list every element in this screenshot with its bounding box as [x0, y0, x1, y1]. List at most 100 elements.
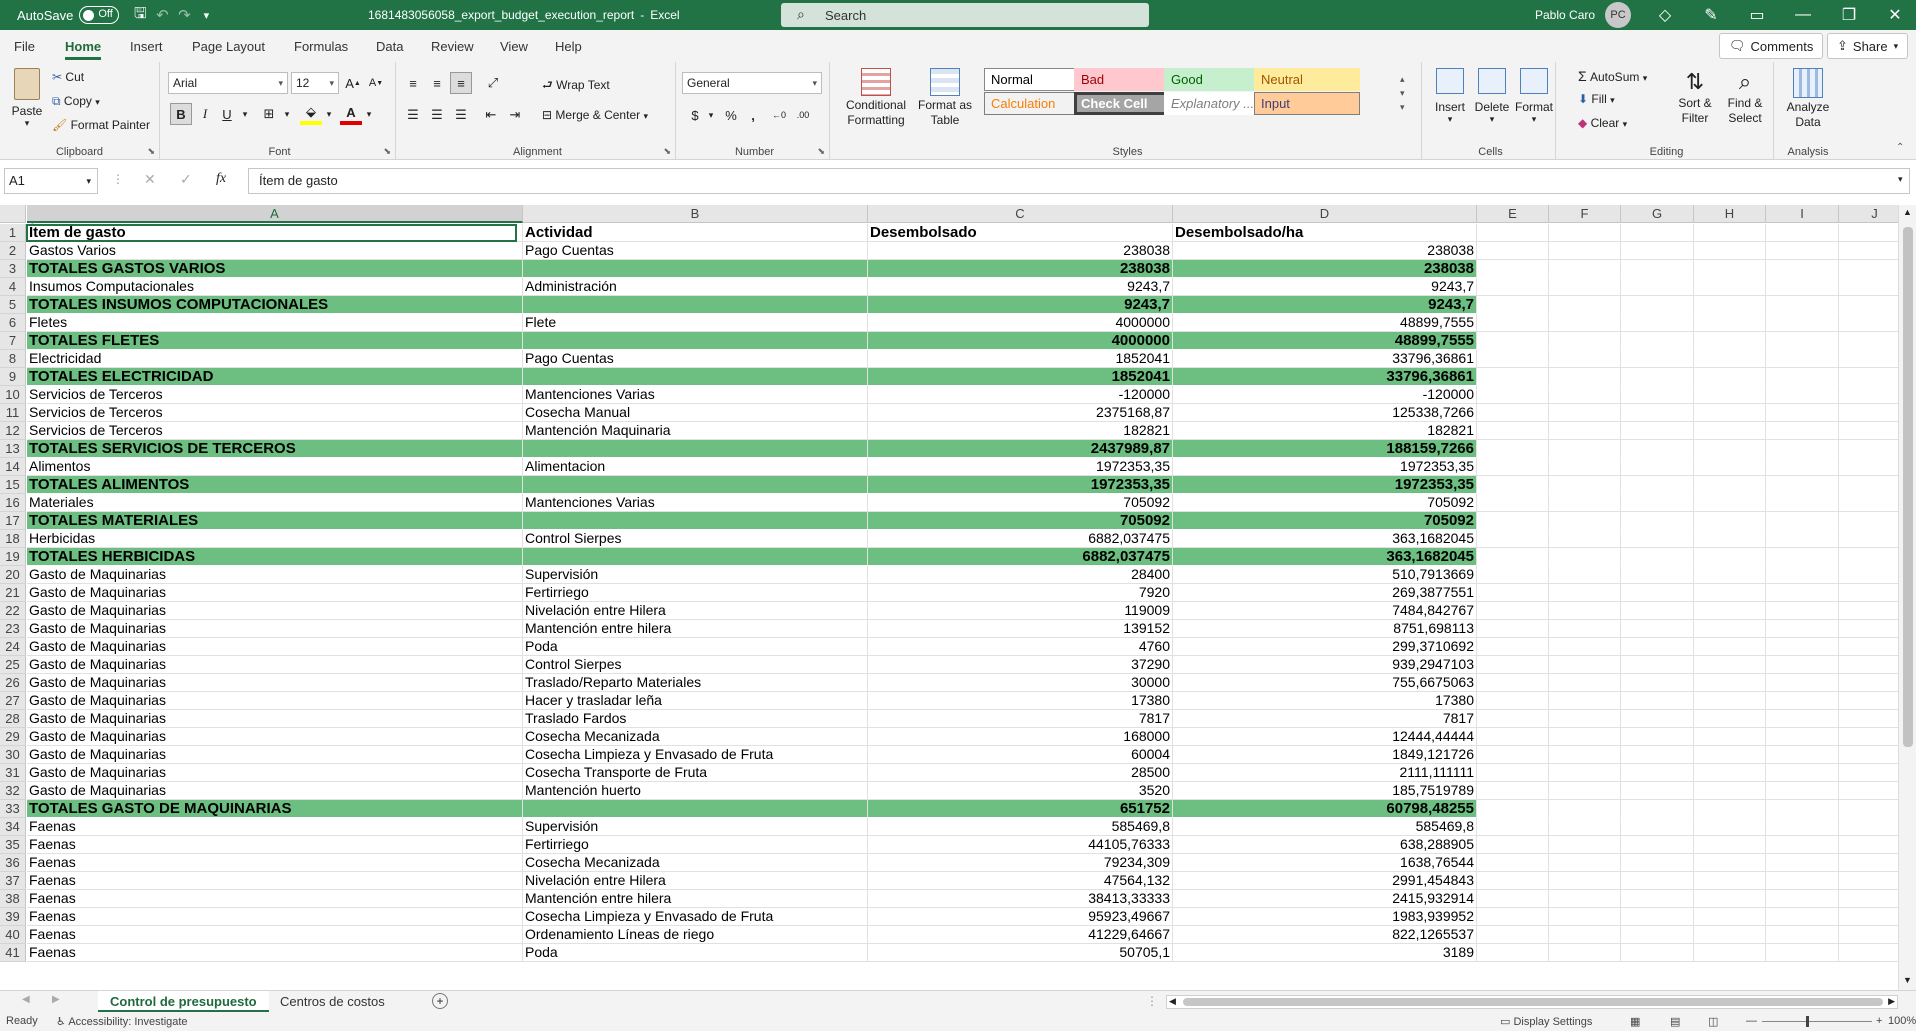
cell-c[interactable]: 38413,33333: [868, 890, 1173, 908]
decrease-indent-icon[interactable]: ⇤: [480, 104, 502, 126]
cell-c[interactable]: 28400: [868, 566, 1173, 584]
row-header[interactable]: 40: [0, 926, 26, 944]
cell-a[interactable]: Fletes: [27, 314, 523, 332]
cell-j[interactable]: [1839, 350, 1898, 368]
cell-i[interactable]: [1766, 278, 1839, 296]
cell-b[interactable]: Nivelación entre Hilera: [523, 872, 868, 890]
cell-g[interactable]: [1621, 800, 1694, 818]
minimize-icon[interactable]: —: [1780, 0, 1826, 30]
cell-b[interactable]: Poda: [523, 638, 868, 656]
cell-g[interactable]: [1621, 458, 1694, 476]
cell-f[interactable]: [1549, 476, 1621, 494]
cell-a[interactable]: Gasto de Maquinarias: [27, 656, 523, 674]
cell-e[interactable]: [1477, 710, 1549, 728]
cell-f[interactable]: [1549, 836, 1621, 854]
cell-h[interactable]: [1694, 926, 1766, 944]
cell-j[interactable]: [1839, 386, 1898, 404]
collapse-ribbon-icon[interactable]: ⌃: [1896, 142, 1904, 153]
bold-icon[interactable]: B: [170, 103, 192, 125]
cell-h[interactable]: [1694, 566, 1766, 584]
zoom-slider-thumb[interactable]: [1806, 1016, 1809, 1027]
cell-f[interactable]: [1549, 584, 1621, 602]
cell-i[interactable]: [1766, 260, 1839, 278]
cell-h[interactable]: [1694, 656, 1766, 674]
horizontal-scroll-thumb[interactable]: [1183, 998, 1883, 1006]
cell-b[interactable]: [523, 476, 868, 494]
cell-f[interactable]: [1549, 350, 1621, 368]
column-header-i[interactable]: I: [1766, 205, 1839, 223]
cell-g[interactable]: [1621, 926, 1694, 944]
cell-j[interactable]: [1839, 584, 1898, 602]
cell-e[interactable]: [1477, 458, 1549, 476]
insert-cells-button[interactable]: Insert ▾: [1432, 68, 1468, 125]
decrease-decimal-icon[interactable]: .00: [792, 104, 814, 126]
cell-g[interactable]: [1621, 782, 1694, 800]
cell-b[interactable]: Cosecha Manual: [523, 404, 868, 422]
cell-j[interactable]: [1839, 278, 1898, 296]
cell-h[interactable]: [1694, 476, 1766, 494]
cell-c[interactable]: 238038: [868, 260, 1173, 278]
cell-c[interactable]: 60004: [868, 746, 1173, 764]
cell-b[interactable]: Alimentacion: [523, 458, 868, 476]
align-left-icon[interactable]: ☰: [402, 104, 424, 126]
cell-h[interactable]: [1694, 404, 1766, 422]
tab-page-layout[interactable]: Page Layout: [192, 30, 265, 62]
cell-i[interactable]: [1766, 764, 1839, 782]
search-box[interactable]: ⌕ Search: [781, 3, 1149, 27]
cell-style-input[interactable]: Input: [1254, 92, 1360, 115]
horizontal-scrollbar[interactable]: ◀ ▶: [1166, 995, 1898, 1009]
cell-a[interactable]: Gasto de Maquinarias: [27, 764, 523, 782]
cell-g[interactable]: [1621, 890, 1694, 908]
align-middle-icon[interactable]: ≡: [426, 72, 448, 94]
cell-b[interactable]: Mantenciones Varias: [523, 386, 868, 404]
cell-d[interactable]: 33796,36861: [1173, 368, 1477, 386]
cell-f[interactable]: [1549, 656, 1621, 674]
cell-j[interactable]: [1839, 224, 1898, 242]
cell-c[interactable]: 9243,7: [868, 296, 1173, 314]
cell-h[interactable]: [1694, 674, 1766, 692]
cell-j[interactable]: [1839, 800, 1898, 818]
cell-a[interactable]: Faenas: [27, 944, 523, 962]
cell-a[interactable]: Faenas: [27, 836, 523, 854]
row-header[interactable]: 6: [0, 314, 26, 332]
tab-review[interactable]: Review: [431, 30, 474, 62]
align-top-icon[interactable]: ≡: [402, 72, 424, 94]
cell-i[interactable]: [1766, 224, 1839, 242]
cell-d[interactable]: 363,1682045: [1173, 548, 1477, 566]
cell-d[interactable]: 2415,932914: [1173, 890, 1477, 908]
cell-c[interactable]: 9243,7: [868, 278, 1173, 296]
cell-i[interactable]: [1766, 548, 1839, 566]
row-header[interactable]: 32: [0, 782, 26, 800]
cell-style-neutral[interactable]: Neutral: [1254, 68, 1360, 91]
cell-c[interactable]: 585469,8: [868, 818, 1173, 836]
row-header[interactable]: 30: [0, 746, 26, 764]
cell-b[interactable]: Pago Cuentas: [523, 350, 868, 368]
cell-b[interactable]: Hacer y trasladar leña: [523, 692, 868, 710]
cell-d[interactable]: 705092: [1173, 512, 1477, 530]
cell-b[interactable]: Pago Cuentas: [523, 242, 868, 260]
cell-h[interactable]: [1694, 458, 1766, 476]
cell-g[interactable]: [1621, 656, 1694, 674]
cell-i[interactable]: [1766, 566, 1839, 584]
cell-g[interactable]: [1621, 566, 1694, 584]
cell-b[interactable]: [523, 440, 868, 458]
cell-g[interactable]: [1621, 296, 1694, 314]
cell-f[interactable]: [1549, 332, 1621, 350]
cell-a[interactable]: TOTALES INSUMOS COMPUTACIONALES: [27, 296, 523, 314]
cell-e[interactable]: [1477, 692, 1549, 710]
cell-i[interactable]: [1766, 674, 1839, 692]
column-header-a[interactable]: A: [27, 205, 523, 223]
cell-j[interactable]: [1839, 404, 1898, 422]
cell-i[interactable]: [1766, 890, 1839, 908]
cell-e[interactable]: [1477, 584, 1549, 602]
accessibility-status[interactable]: ♿ Accessibility: Investigate: [56, 1015, 188, 1028]
format-as-table-button[interactable]: Format as Table: [916, 68, 974, 128]
cell-f[interactable]: [1549, 458, 1621, 476]
cell-g[interactable]: [1621, 908, 1694, 926]
cell-j[interactable]: [1839, 710, 1898, 728]
cell-j[interactable]: [1839, 530, 1898, 548]
cell-i[interactable]: [1766, 602, 1839, 620]
cell-e[interactable]: [1477, 800, 1549, 818]
cell-d[interactable]: 705092: [1173, 494, 1477, 512]
cell-h[interactable]: [1694, 440, 1766, 458]
